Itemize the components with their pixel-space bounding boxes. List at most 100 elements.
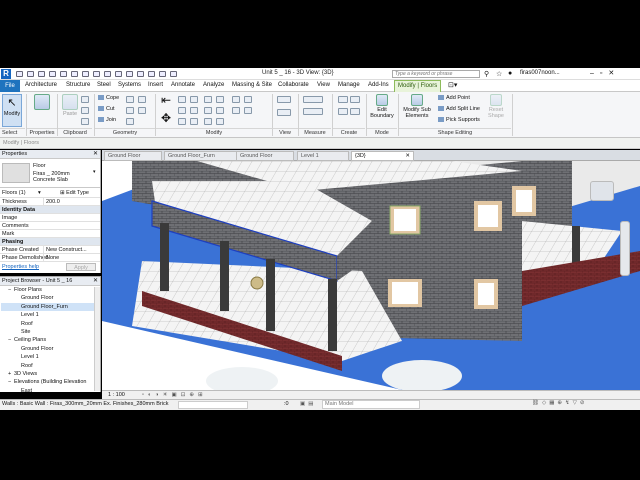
switch-windows-icon[interactable] <box>159 71 166 77</box>
worksharing-icons[interactable]: ▣▤ <box>300 401 316 407</box>
tab-collaborate[interactable]: Collaborate <box>278 82 309 88</box>
search-input[interactable]: Type a keyword or phrase <box>392 70 480 78</box>
customize-qat-icon[interactable] <box>170 71 177 77</box>
tab-ground-floor-furn[interactable]: Ground Floor_Furn <box>164 151 244 161</box>
property-value[interactable]: New Construct... <box>43 246 99 254</box>
property-row[interactable]: Phase Demolished None <box>0 254 100 262</box>
array-icon[interactable] <box>204 107 212 114</box>
undo-icon[interactable] <box>49 71 56 77</box>
type-selector[interactable]: Floor Firas _ 200mm Concrete Slab ▾ <box>0 159 100 188</box>
edit-type-button[interactable]: ⊞ Edit Type <box>60 188 89 198</box>
wall-joins-icon[interactable] <box>126 96 134 103</box>
property-row[interactable]: Comments <box>0 222 100 230</box>
tab-ground-floor[interactable]: Ground Floor <box>104 151 162 161</box>
create-similar-icon[interactable] <box>350 108 360 115</box>
instance-filter[interactable]: Floors (1) ▾ ⊞ Edit Type <box>0 188 100 198</box>
trim-multiple-icon[interactable] <box>232 107 240 114</box>
mirror-axis-icon[interactable] <box>178 107 186 114</box>
property-row[interactable]: Phase Created New Construct... <box>0 246 100 254</box>
browser-item[interactable]: Ground Floor <box>1 345 100 353</box>
demolish-icon[interactable] <box>138 96 146 103</box>
split-icon[interactable] <box>204 96 212 103</box>
tab-architecture[interactable]: Architecture <box>25 82 57 88</box>
design-option-select[interactable]: Main Model <box>322 400 420 409</box>
edit-boundary-button[interactable]: Edit Boundary <box>368 94 396 119</box>
chevron-down-icon[interactable]: ▾ <box>93 169 96 175</box>
sync-icon[interactable] <box>38 71 45 77</box>
minimize-icon[interactable]: – <box>590 70 600 77</box>
measure-between-icon[interactable] <box>303 96 323 103</box>
properties-button[interactable] <box>31 94 53 111</box>
scale-icon[interactable] <box>204 118 212 125</box>
pin-icon[interactable] <box>216 96 224 103</box>
navigation-bar[interactable] <box>620 221 630 276</box>
text-icon[interactable] <box>104 71 111 77</box>
tab-massing-site[interactable]: Massing & Site <box>232 82 272 88</box>
unpin-icon[interactable] <box>216 107 224 114</box>
create-group-icon[interactable] <box>338 108 348 115</box>
measure-icon[interactable] <box>82 71 89 77</box>
browser-item[interactable]: − Floor Plans <box>1 286 100 294</box>
move-icon[interactable]: ✥ <box>158 112 174 124</box>
cope-button[interactable]: Cope <box>98 95 119 101</box>
tab-structure[interactable]: Structure <box>66 82 90 88</box>
tab-file[interactable]: File <box>0 80 20 92</box>
override-graphics-icon[interactable] <box>277 109 291 116</box>
create-assembly-icon[interactable] <box>338 96 348 103</box>
property-row[interactable]: Image <box>0 214 100 222</box>
close-icon[interactable]: ✕ <box>608 70 620 77</box>
tab-manage[interactable]: Manage <box>338 82 360 88</box>
workset-field[interactable] <box>178 401 248 409</box>
tab-add-ins[interactable]: Add-Ins <box>368 82 389 88</box>
modify-sub-elements-button[interactable]: Modify Sub Elements <box>400 94 434 119</box>
user-name[interactable]: firas007noon... <box>520 70 560 76</box>
browser-item[interactable]: Level 1 <box>1 353 100 361</box>
create-parts-icon[interactable] <box>350 96 360 103</box>
browser-item[interactable]: East <box>1 387 100 395</box>
rotate-icon[interactable] <box>190 107 198 114</box>
copy-icon[interactable] <box>178 118 186 125</box>
paint-icon[interactable] <box>126 118 134 125</box>
trim-extend-icon[interactable] <box>232 96 240 103</box>
window-controls[interactable]: –▫✕ <box>590 69 620 77</box>
open-icon[interactable] <box>16 71 23 77</box>
chevron-down-icon[interactable]: ▾ <box>38 188 41 198</box>
ribbon-minimize-icon[interactable]: ⊡▾ <box>448 81 457 89</box>
join-button[interactable]: Join <box>98 117 116 123</box>
scrollbar[interactable] <box>94 287 100 391</box>
browser-item[interactable]: +3D Views <box>1 370 100 378</box>
tab-insert[interactable]: Insert <box>148 82 163 88</box>
redo-icon[interactable] <box>60 71 67 77</box>
tab-view[interactable]: View <box>317 82 330 88</box>
close-hidden-icon[interactable] <box>148 71 155 77</box>
browser-item[interactable]: Roof <box>1 320 100 328</box>
property-value[interactable]: 200.0 <box>43 198 99 206</box>
select-panel-label[interactable]: Select <box>0 128 25 137</box>
match-type-icon[interactable] <box>81 118 89 125</box>
offset-2-icon[interactable] <box>244 96 252 103</box>
browser-item[interactable]: − Ceiling Plans <box>1 336 100 344</box>
print-icon[interactable] <box>71 71 78 77</box>
offset-icon[interactable] <box>178 96 186 103</box>
tab-3d[interactable]: {3D} ✕ <box>351 151 414 161</box>
instance-selector[interactable]: Floors (1) <box>2 190 26 196</box>
browser-item[interactable]: Roof <box>1 362 100 370</box>
save-icon[interactable] <box>27 71 34 77</box>
cut-button[interactable]: Cut <box>98 106 115 112</box>
property-row[interactable]: Mark <box>0 230 100 238</box>
close-icon[interactable]: ✕ <box>93 277 98 284</box>
split-gap-icon[interactable] <box>244 107 252 114</box>
browser-item[interactable]: Ground Floor_Furn <box>1 302 100 312</box>
browser-item[interactable]: Level 1 <box>1 311 100 319</box>
properties-help-link[interactable]: Properties help <box>2 264 39 270</box>
subscription-icon[interactable]: ☆ <box>496 70 502 78</box>
property-value[interactable]: None <box>43 254 99 262</box>
browser-item[interactable]: Site <box>1 328 100 336</box>
tag-icon[interactable] <box>93 71 100 77</box>
revit-logo-icon[interactable]: R <box>1 69 11 79</box>
view-scale[interactable]: 1 : 100 <box>108 392 125 398</box>
copy-clipboard-icon[interactable] <box>81 96 89 103</box>
tab-ground-floor-2[interactable]: Ground Floor <box>236 151 294 161</box>
pick-supports-button[interactable]: Pick Supports <box>438 117 480 123</box>
tab-systems[interactable]: Systems <box>118 82 141 88</box>
